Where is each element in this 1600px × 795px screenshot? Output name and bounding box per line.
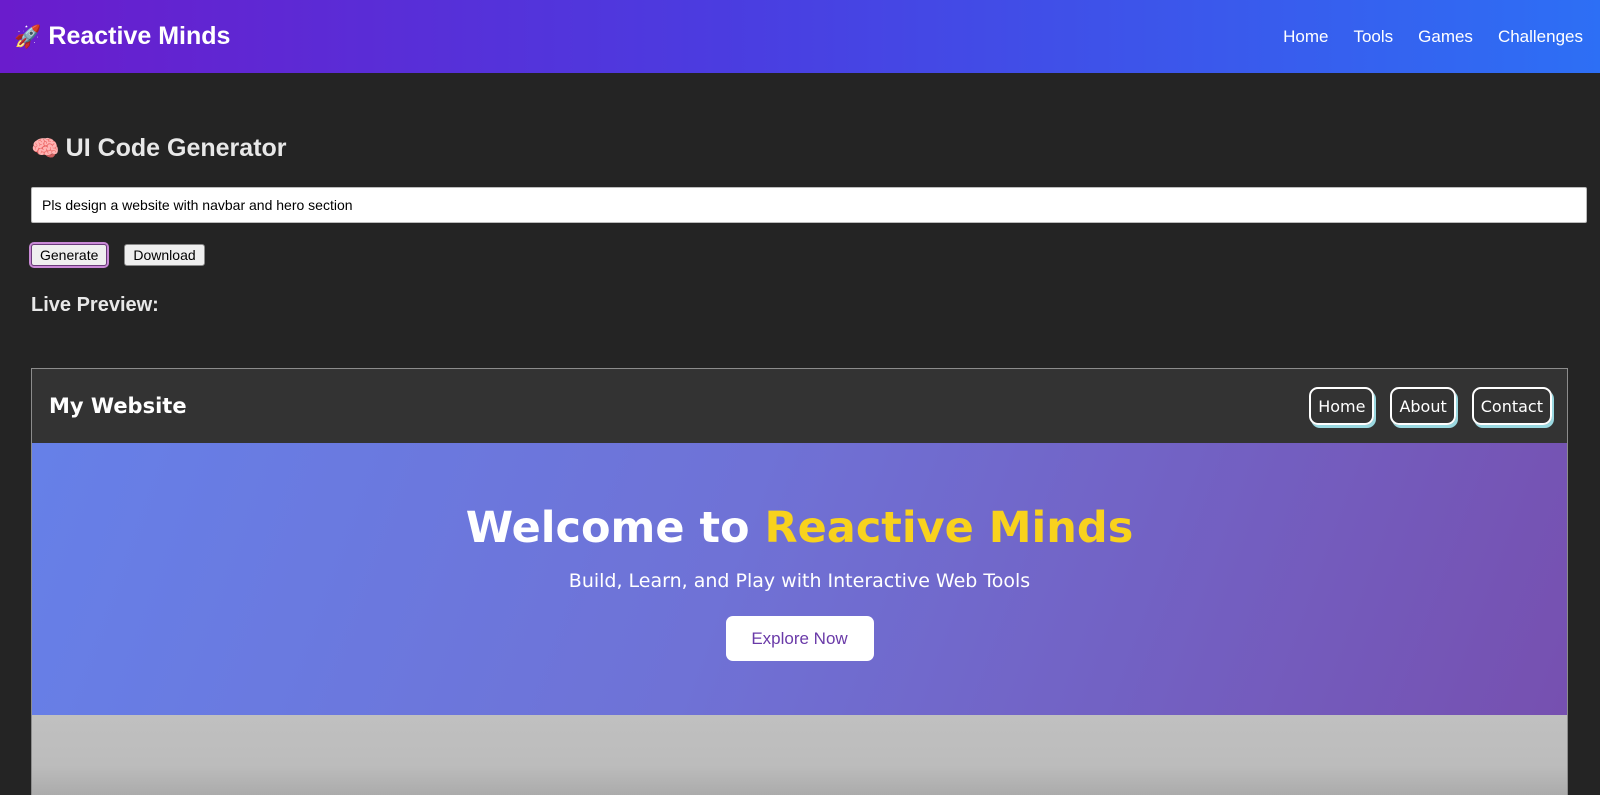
preview-site-name: My Website: [49, 394, 187, 418]
live-preview-heading: Live Preview:: [31, 294, 159, 316]
page-title: 🧠 UI Code Generator: [31, 133, 1587, 163]
hero-subtitle: Build, Learn, and Play with Interactive …: [568, 570, 1031, 592]
nav-games[interactable]: Games: [1418, 27, 1473, 47]
brain-icon: 🧠: [31, 134, 60, 161]
hero-title-prefix: Welcome to: [465, 503, 765, 553]
prompt-input[interactable]: [31, 187, 1587, 223]
download-button[interactable]: Download: [124, 244, 205, 266]
page-title-text: UI Code Generator: [65, 133, 287, 162]
app-header: 🚀 Reactive Minds Home Tools Games Challe…: [0, 0, 1600, 73]
live-preview-frame[interactable]: My Website Home About Contact Welcome to…: [31, 368, 1568, 795]
preview-link-home[interactable]: Home: [1309, 387, 1375, 425]
generate-button[interactable]: Generate: [28, 242, 110, 268]
preview-content-area: [32, 715, 1567, 795]
preview-hero: Welcome to Reactive Minds Build, Learn, …: [32, 443, 1567, 715]
brand-title: Reactive Minds: [48, 22, 231, 50]
nav-tools[interactable]: Tools: [1353, 27, 1393, 47]
hero-title-accent: Reactive Minds: [764, 503, 1134, 553]
nav-challenges[interactable]: Challenges: [1498, 27, 1583, 47]
nav-home[interactable]: Home: [1283, 27, 1328, 47]
action-buttons: Generate Download: [28, 242, 1587, 268]
hero-title: Welcome to Reactive Minds: [466, 503, 1134, 553]
generator-panel: 🧠 UI Code Generator Generate Download Li…: [28, 73, 1587, 795]
brand[interactable]: 🚀 Reactive Minds: [14, 22, 230, 51]
top-nav: Home Tools Games Challenges: [1258, 27, 1583, 47]
preview-link-about[interactable]: About: [1390, 387, 1456, 425]
preview-navbar: My Website Home About Contact: [32, 369, 1567, 443]
rocket-icon: 🚀: [14, 23, 42, 49]
explore-now-button[interactable]: Explore Now: [725, 616, 874, 661]
preview-nav-links: Home About Contact: [1309, 387, 1552, 425]
preview-link-contact[interactable]: Contact: [1471, 387, 1552, 425]
